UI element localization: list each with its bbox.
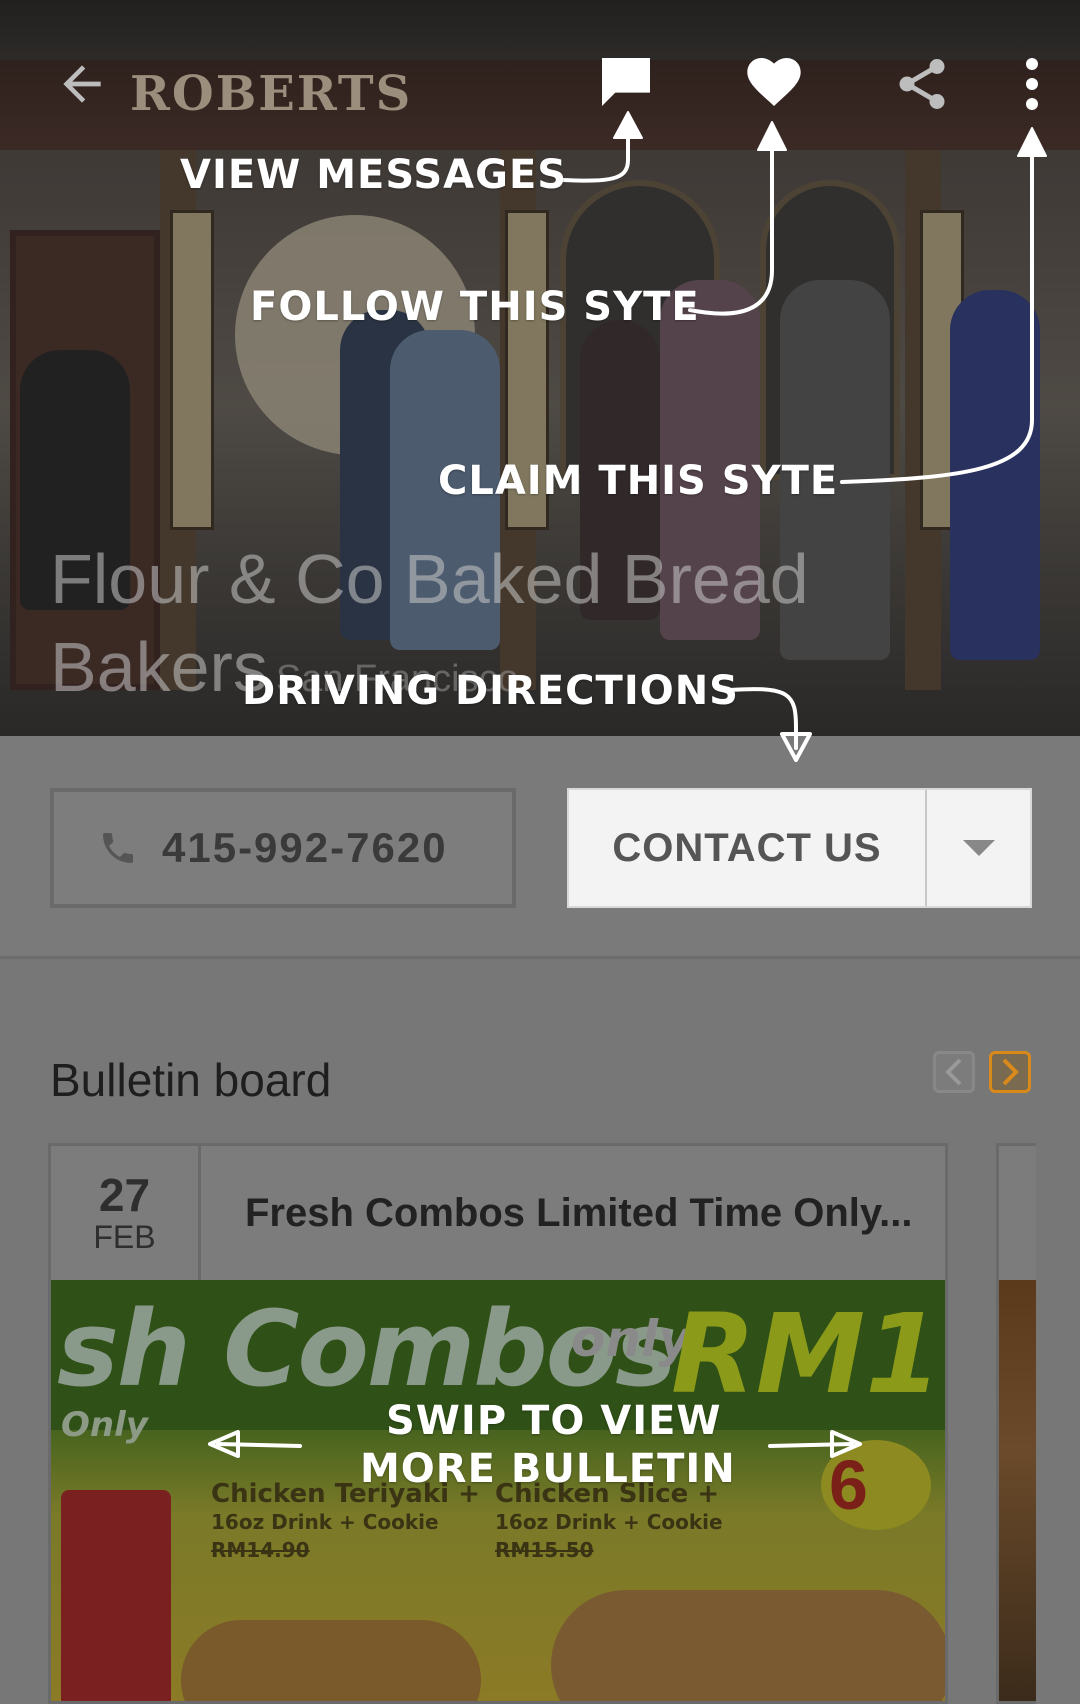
contact-us-button[interactable]: CONTACT US [569,790,927,906]
bulletin-card-title: Fresh Combos Limited Time Only... [245,1190,913,1235]
action-row: 415-992-7620 CONTACT US [0,736,1080,958]
arrow-back-icon [63,65,101,103]
bulletin-date: 27 FEB [51,1146,201,1280]
more-vertical-icon [1026,58,1038,110]
promo-badge: 6 [821,1440,931,1530]
promo-only-tag: Only [61,1405,148,1445]
phone-number: 415-992-7620 [162,824,448,871]
chevron-left-icon [945,1058,962,1086]
bulletin-card-header: 27 FEB Fresh Combos Limited Time Only... [51,1146,945,1280]
promo-item-desc: 16oz Drink + Cookie [495,1510,723,1534]
contact-split-button: CONTACT US [567,788,1032,908]
annotation-claim: CLAIM THIS SYTE [438,458,839,504]
chat-bubble-icon [602,58,650,106]
promo-item-old-price: RM15.50 [495,1538,594,1562]
bulletin-card-next-peek[interactable] [996,1143,1036,1704]
promo-item: Chicken Teriyaki + 16oz Drink + Cookie R… [211,1480,480,1564]
drink-cup-image [61,1490,171,1701]
back-button[interactable] [50,52,114,116]
heart-icon [747,58,801,106]
more-button[interactable] [1000,52,1064,116]
bulletin-card-image: sh Combos only RM10.90* Only Chicken Ter… [51,1280,945,1701]
call-button[interactable]: 415-992-7620 [50,788,516,908]
contact-dropdown-button[interactable] [927,790,1030,906]
messages-button[interactable] [594,50,658,114]
annotation-swipe-line1: SWIP TO VIEW [386,1398,722,1444]
follow-button[interactable] [742,50,806,114]
shop-sign: ROBERTS [130,66,413,122]
bulletin-next-button[interactable] [989,1051,1031,1093]
caret-down-icon [962,840,995,856]
bulletin-month: FEB [93,1219,156,1255]
share-button[interactable] [890,52,954,116]
bulletin-prev-button[interactable] [933,1051,975,1093]
bulletin-section: Bulletin board 27 FEB Fresh Combos Limit… [0,959,1080,1704]
sandwich-image [181,1620,481,1701]
annotation-follow: FOLLOW THIS SYTE [250,284,700,330]
chevron-right-icon [1002,1058,1019,1086]
annotation-directions: DRIVING DIRECTIONS [242,668,739,714]
bulletin-title: Bulletin board [50,1054,332,1106]
promo-item-old-price: RM14.90 [211,1538,310,1562]
annotation-swipe-line2: MORE BULLETIN [360,1446,736,1492]
share-icon [899,59,945,109]
promo-item: Chicken Slice + 16oz Drink + Cookie RM15… [495,1480,723,1564]
annotation-view-messages: VIEW MESSAGES [180,152,568,198]
phone-icon [103,833,133,863]
promo-item-desc: 16oz Drink + Cookie [211,1510,439,1534]
bulletin-day: 27 [98,1169,151,1221]
sandwich-image [551,1590,945,1701]
